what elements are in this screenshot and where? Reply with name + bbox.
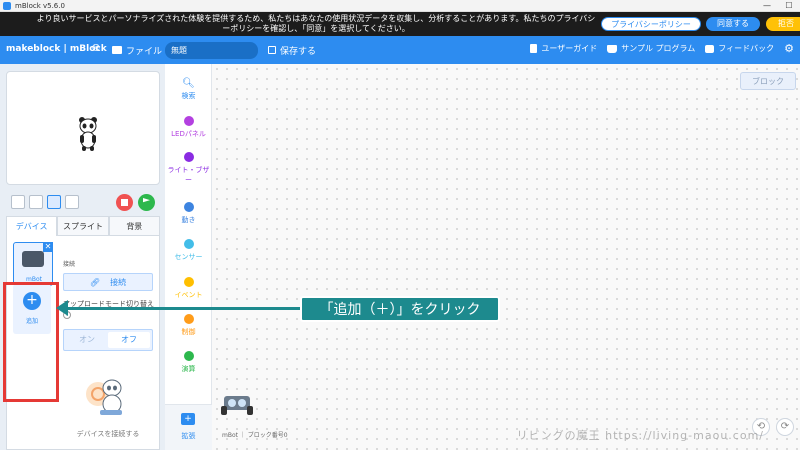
script-workspace[interactable]: ブロック mBot ｜ ブロック番号0 ⟲ ⟳ — [212, 64, 800, 450]
extension-plus-icon: + — [181, 413, 195, 425]
connect-label: 接続 — [110, 278, 127, 287]
run-controls — [116, 194, 155, 211]
window-title: mBlock v5.6.0 — [15, 1, 65, 10]
search-icon: 🔍︎ — [182, 78, 195, 89]
privacy-policy-button[interactable]: プライバシーポリシー — [601, 17, 701, 31]
category-label: 検索 — [181, 92, 196, 100]
sprite-caption: mBot ｜ ブロック番号0 — [222, 432, 288, 439]
book-icon — [607, 44, 618, 53]
connect-button[interactable]: 🔗︎ 接続 — [63, 273, 153, 291]
redo-icon[interactable]: ⟳ — [776, 418, 794, 436]
category-operators[interactable]: 演算 — [165, 351, 212, 374]
toggle-option-on[interactable]: オン — [66, 332, 108, 348]
tab-sprites[interactable]: スプライト — [57, 216, 109, 236]
upload-mode-toggle[interactable]: オン オフ — [63, 329, 153, 351]
blocks-view-tab[interactable]: ブロック — [740, 72, 796, 90]
device-card-mbot[interactable]: ✕ mBot — [13, 242, 53, 286]
toggle-option-off[interactable]: オフ — [108, 332, 150, 348]
category-motion[interactable]: 動き — [165, 202, 212, 225]
category-dot — [183, 314, 194, 324]
callout-arrow-line — [66, 307, 302, 310]
category-light-buzzer[interactable]: ライト・ブザー — [165, 152, 212, 185]
stage-canvas[interactable] — [6, 71, 160, 185]
category-dot — [183, 116, 194, 126]
category-dot — [183, 351, 194, 361]
link-icon: 🔗︎ — [89, 278, 101, 287]
category-dot — [183, 239, 194, 249]
folder-icon — [112, 46, 122, 54]
agree-button[interactable]: 同意する — [706, 17, 760, 31]
privacy-banner: より良いサービスとパーソナライズされた体験を提供するため、私たちはあなたの使用状… — [0, 12, 800, 36]
mblock-app-icon — [3, 1, 11, 10]
save-label: 保存する — [280, 46, 317, 57]
add-button-highlight — [3, 282, 59, 402]
user-guide-label: ユーザーガイド — [541, 44, 598, 53]
category-label: LEDパネル — [171, 130, 206, 138]
user-guide-button[interactable]: ユーザーガイド — [530, 43, 597, 54]
green-flag-button[interactable] — [138, 194, 155, 211]
extension-label: 拡張 — [181, 432, 196, 440]
file-menu-label: ファイル — [126, 46, 163, 57]
window-titlebar: mBlock v5.6.0 — ☐ — [0, 0, 800, 12]
reject-button[interactable]: 拒否 — [766, 17, 800, 31]
empty-device-hint: デバイスを接続する — [76, 430, 140, 438]
globe-icon[interactable]: 🌐︎ — [92, 43, 104, 55]
save-button[interactable]: 保存する — [268, 43, 316, 57]
toolbar-right-nav: ユーザーガイド サンプル プログラム フィードバック ⚙ — [530, 43, 794, 54]
panda-illustration — [86, 379, 122, 415]
small-stage-icon[interactable] — [29, 195, 43, 209]
normal-stage-icon[interactable] — [47, 195, 61, 209]
document-icon — [530, 44, 538, 53]
stop-button[interactable] — [116, 194, 133, 211]
panel-tabs: デバイス スプライト 背景 — [6, 216, 160, 236]
main-toolbar: makeblock | mBlock 🌐︎ ファイル 保存する ユーザーガイド … — [0, 36, 800, 64]
feedback-button[interactable]: フィードバック — [705, 43, 774, 54]
category-label: センサー — [174, 253, 203, 261]
category-label: 制御 — [181, 328, 196, 336]
mbot-thumbnail — [22, 251, 44, 267]
grid-stage-icon[interactable] — [65, 195, 79, 209]
connection-heading: 接続 — [63, 261, 76, 268]
extension-button[interactable]: + 拡張 — [165, 404, 212, 450]
category-label: イベント — [174, 291, 203, 299]
arrow-left-icon — [56, 300, 68, 316]
category-events[interactable]: イベント — [165, 277, 212, 300]
tab-backdrops[interactable]: 背景 — [108, 216, 160, 236]
project-name-input[interactable] — [165, 42, 258, 59]
file-menu[interactable]: ファイル — [112, 43, 162, 57]
stage-size-controls — [11, 195, 79, 209]
category-dot — [183, 277, 194, 287]
privacy-message: より良いサービスとパーソナライズされた体験を提供するため、私たちはあなたの使用状… — [36, 14, 596, 33]
sample-programs-button[interactable]: サンプル プログラム — [607, 43, 695, 54]
category-control[interactable]: 制御 — [165, 314, 212, 337]
category-dot — [183, 202, 194, 212]
close-icon[interactable]: ✕ — [43, 242, 53, 252]
annotation-callout: 「追加（＋）」をクリック — [300, 296, 500, 322]
category-search[interactable]: 🔍︎ 検索 — [165, 78, 212, 101]
category-label: 動き — [181, 216, 196, 224]
chat-icon — [705, 44, 715, 53]
mbot-robot-image — [221, 396, 253, 415]
minimize-button[interactable]: — — [756, 0, 778, 12]
block-categories: 🔍︎ 検索 LEDパネル ライト・ブザー 動き センサー イベント 制御 演算 … — [165, 64, 212, 450]
save-icon — [268, 46, 276, 54]
left-panel: デバイス スプライト 背景 ✕ mBot + 追加 接続 🔗︎ 接続 アップロード… — [0, 64, 165, 450]
category-led-panel[interactable]: LEDパネル — [165, 116, 212, 139]
category-sensors[interactable]: センサー — [165, 239, 212, 262]
panda-sprite[interactable] — [77, 116, 99, 152]
maximize-button[interactable]: ☐ — [778, 0, 800, 12]
category-dot — [183, 152, 194, 162]
fullscreen-icon[interactable] — [11, 195, 25, 209]
site-watermark: リビングの魔王 https://living-maou.com/ — [516, 429, 764, 442]
window-controls: — ☐ — [756, 0, 800, 12]
category-label: ライト・ブザー — [167, 166, 210, 184]
sample-programs-label: サンプル プログラム — [621, 44, 696, 53]
gear-icon[interactable]: ⚙ — [784, 43, 794, 54]
tab-devices[interactable]: デバイス — [6, 216, 58, 236]
category-label: 演算 — [181, 365, 196, 373]
feedback-label: フィードバック — [718, 44, 775, 53]
